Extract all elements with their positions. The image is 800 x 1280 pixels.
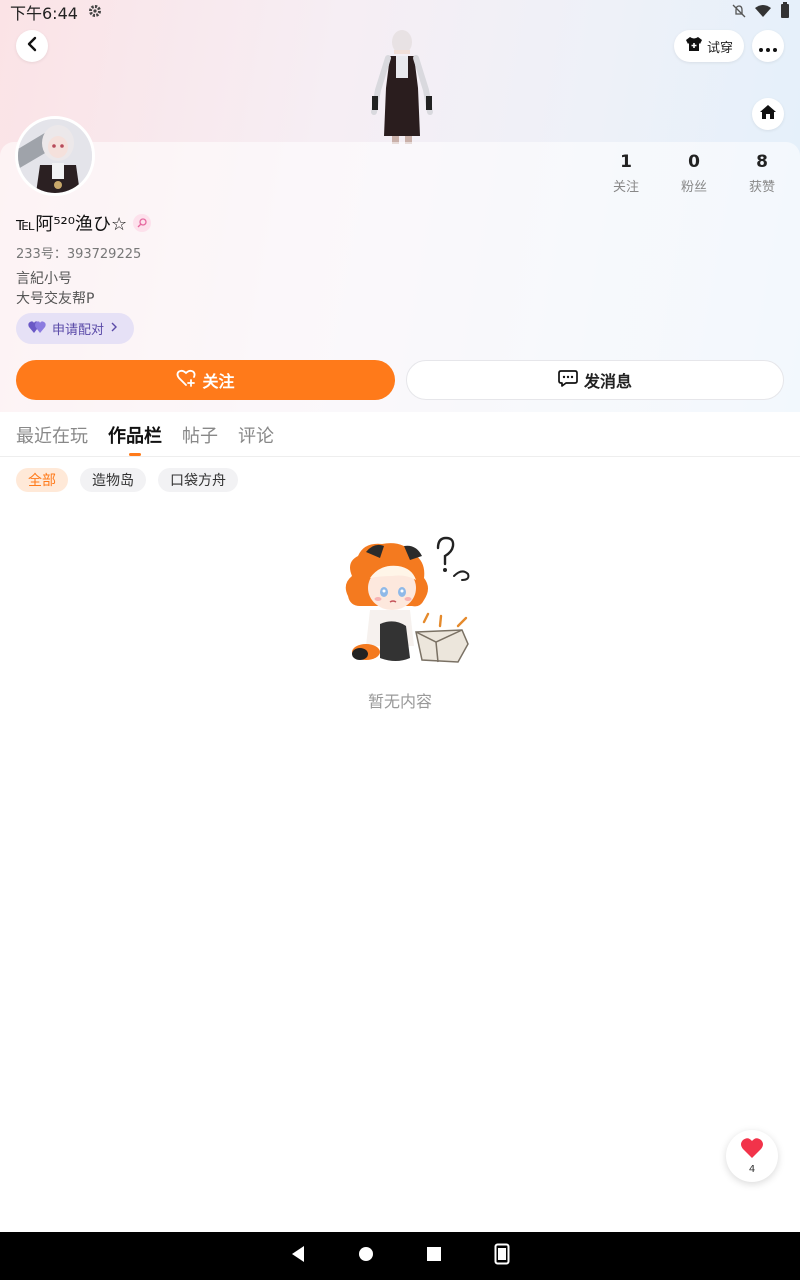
empty-state-text: 暂无内容: [367, 692, 432, 711]
follow-label: 关注: [202, 372, 235, 391]
mute-icon: [732, 3, 746, 22]
empty-state-illustration: [340, 534, 472, 668]
try-on-button[interactable]: 试穿: [674, 30, 744, 62]
stat-following[interactable]: 1 关注: [592, 152, 660, 195]
stat-label: 关注: [612, 180, 639, 195]
ellipsis-icon: [759, 37, 777, 56]
filter-chip-all[interactable]: 全部: [16, 468, 68, 492]
user-id: 233号：393729225: [16, 247, 142, 262]
stat-value: 0: [688, 152, 700, 172]
follow-button[interactable]: 关注: [16, 360, 395, 400]
bio-line: 大号交友帮P: [16, 291, 95, 307]
chevron-left-icon: [25, 36, 39, 56]
tab-posts[interactable]: 帖子: [182, 422, 218, 456]
heart-plus-icon: [176, 369, 196, 391]
request-pair-button[interactable]: 申请配对: [16, 313, 134, 344]
home-button[interactable]: [752, 98, 784, 130]
stat-label: 粉丝: [680, 180, 707, 195]
send-message-button[interactable]: 发消息: [406, 360, 784, 400]
gender-badge-icon: [133, 214, 152, 232]
tab-comments[interactable]: 评论: [238, 422, 274, 456]
like-float-button[interactable]: 4: [726, 1130, 778, 1182]
heart-icon: [740, 1137, 764, 1163]
system-navigation-bar: [0, 1232, 800, 1280]
nav-back-icon[interactable]: [290, 1245, 306, 1267]
bio-line: 言紀小号: [16, 271, 72, 287]
heart-pair-icon: [28, 320, 46, 338]
stat-value: 8: [756, 152, 768, 172]
3d-avatar-figure: [366, 28, 438, 144]
chat-bubble-icon: [558, 369, 578, 391]
profile-content: 最近在玩 作品栏 帖子 评论 全部 造物岛 口袋方舟 暂无内容: [0, 412, 800, 1232]
like-count: 4: [748, 1164, 756, 1175]
nickname-text: ℡阿⁵²⁰渔ひ☆: [16, 214, 128, 235]
profile-tabs: 最近在玩 作品栏 帖子 评论: [16, 422, 274, 456]
status-time: 下午6:44: [10, 4, 78, 23]
filter-chips: 全部 造物岛 口袋方舟: [16, 468, 238, 492]
filter-chip-pocket-ark[interactable]: 口袋方舟: [158, 468, 238, 492]
settings-icon: [88, 3, 102, 22]
tabs-divider: [0, 456, 800, 457]
chevron-right-icon: [110, 321, 118, 336]
request-pair-label: 申请配对: [52, 323, 105, 338]
back-button[interactable]: [16, 30, 48, 62]
stats-row: 1 关注 0 粉丝 8 获赞: [592, 152, 796, 195]
more-button[interactable]: [752, 30, 784, 62]
nav-recents-icon[interactable]: [426, 1246, 442, 1266]
nav-screen-icon[interactable]: [494, 1243, 510, 1269]
outfit-icon: [685, 36, 703, 56]
stat-label: 获赞: [748, 180, 775, 195]
tab-recently-played[interactable]: 最近在玩: [16, 422, 88, 456]
battery-icon: [780, 2, 790, 22]
nav-home-icon[interactable]: [358, 1246, 374, 1266]
stat-value: 1: [620, 152, 632, 172]
wifi-icon: [754, 3, 772, 22]
nickname: ℡阿⁵²⁰渔ひ☆: [16, 210, 152, 236]
tab-works[interactable]: 作品栏: [108, 422, 162, 456]
stat-likes[interactable]: 8 获赞: [728, 152, 796, 195]
status-bar: 下午6:44: [0, 0, 800, 24]
try-on-label: 试穿: [706, 40, 733, 56]
home-icon: [759, 104, 777, 124]
stat-followers[interactable]: 0 粉丝: [660, 152, 728, 195]
avatar[interactable]: [15, 116, 95, 196]
filter-chip-creation-island[interactable]: 造物岛: [80, 468, 146, 492]
send-message-label: 发消息: [583, 372, 632, 391]
